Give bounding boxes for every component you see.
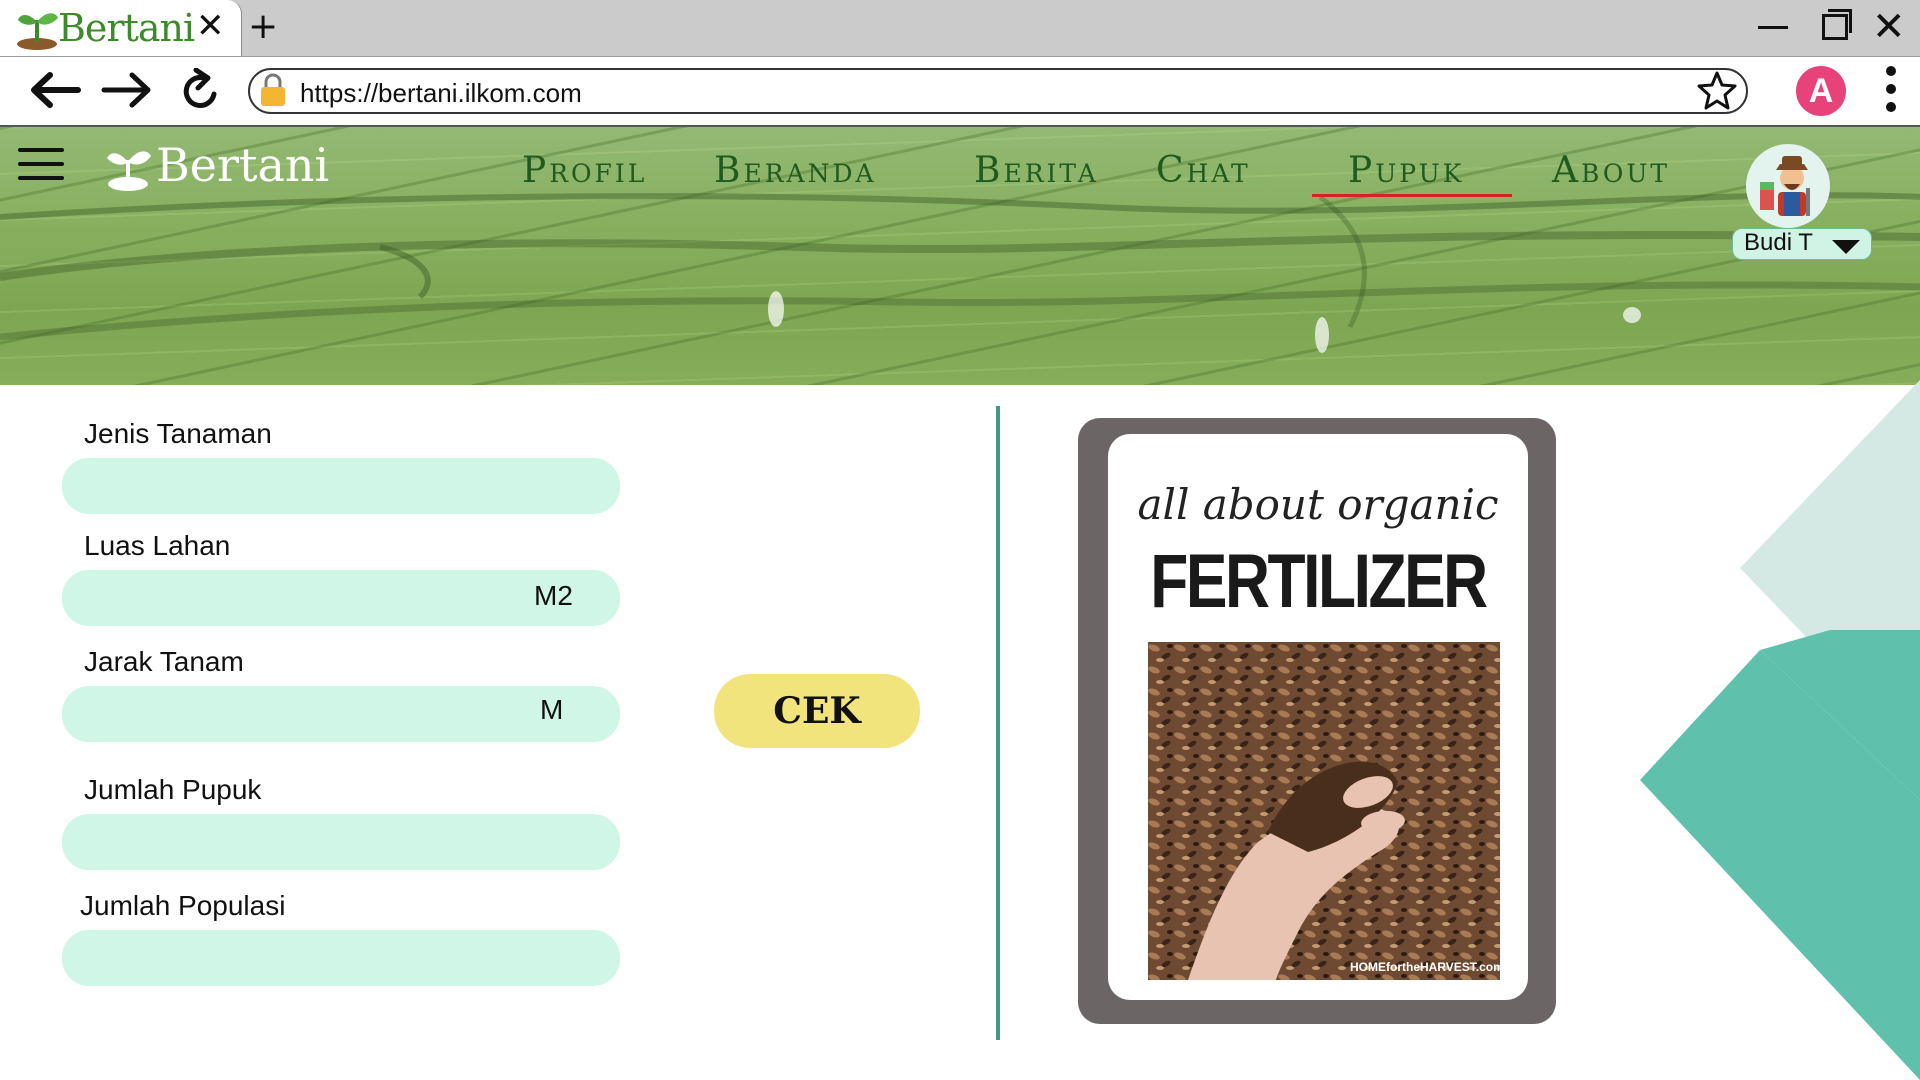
decorative-diamonds <box>1640 380 1920 1080</box>
nav-profil[interactable]: Profil <box>522 150 647 191</box>
back-arrow-icon[interactable] <box>28 70 82 110</box>
nav-chat[interactable]: Chat <box>1156 150 1251 191</box>
nav-pupuk[interactable]: Pupuk <box>1348 150 1464 191</box>
poster-credit: HOMEfortheHARVEST.com <box>1350 960 1504 974</box>
poster-title: FERTILIZER <box>1150 539 1488 624</box>
unit-m2: M2 <box>534 580 573 611</box>
vertical-divider <box>996 406 1000 1040</box>
nav-berita[interactable]: Berita <box>974 150 1099 191</box>
browser-tab-bar <box>0 0 1920 57</box>
maximize-icon[interactable] <box>1822 14 1848 40</box>
reload-icon[interactable] <box>180 68 222 112</box>
hamburger-menu-icon[interactable] <box>18 148 64 190</box>
minimize-icon[interactable] <box>1758 26 1788 29</box>
compost-hand-photo <box>1148 642 1500 980</box>
url-text: https://bertani.ilkom.com <box>300 78 582 108</box>
tab-title: Bertani <box>58 6 195 50</box>
sprout-icon <box>17 13 58 50</box>
browser-profile-avatar[interactable]: A <box>1796 66 1846 116</box>
jenis-tanaman-input[interactable] <box>62 458 620 514</box>
caret-down-icon[interactable] <box>1832 240 1860 254</box>
logo-sprout-icon <box>107 151 151 191</box>
active-nav-underline <box>1312 194 1512 197</box>
user-avatar[interactable] <box>1746 144 1830 228</box>
nav-beranda[interactable]: Beranda <box>714 150 877 191</box>
jarak-tanam-input[interactable] <box>62 686 620 742</box>
unit-m: M <box>540 694 564 725</box>
site-logo[interactable]: Bertani <box>156 138 329 192</box>
user-name: Budi T <box>1744 229 1813 256</box>
label-jarak-tanam: Jarak Tanam <box>84 646 244 677</box>
label-jumlah-populasi: Jumlah Populasi <box>80 890 286 921</box>
farmer-icon <box>1760 156 1810 216</box>
window-close-icon[interactable]: ✕ <box>1872 4 1906 50</box>
forward-arrow-icon[interactable] <box>100 70 154 110</box>
close-tab-icon[interactable]: ✕ <box>196 6 225 46</box>
browser-menu-icon[interactable] <box>1886 66 1896 120</box>
lock-icon <box>261 73 285 106</box>
poster-script-text: all about organic <box>1137 480 1499 529</box>
new-tab-icon[interactable]: + <box>248 6 278 47</box>
jumlah-pupuk-input[interactable] <box>62 814 620 870</box>
label-jumlah-pupuk: Jumlah Pupuk <box>84 774 262 805</box>
bookmark-star-icon[interactable] <box>1696 70 1738 110</box>
label-jenis-tanaman: Jenis Tanaman <box>84 418 272 449</box>
nav-about[interactable]: About <box>1552 150 1670 191</box>
jumlah-populasi-input[interactable] <box>62 930 620 986</box>
label-luas-lahan: Luas Lahan <box>84 530 231 561</box>
cek-button[interactable]: CEK <box>714 674 920 748</box>
